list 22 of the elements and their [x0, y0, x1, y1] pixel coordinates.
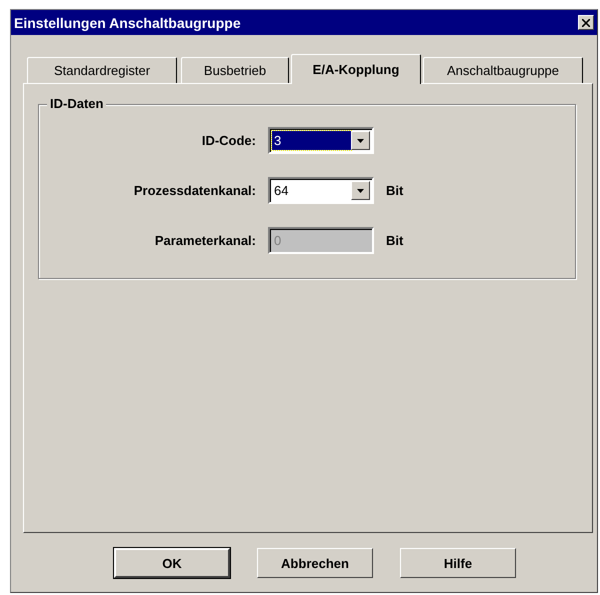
dropdown[interactable]: 3 — [268, 127, 374, 154]
dropdown-arrow-button[interactable] — [351, 131, 370, 150]
tab[interactable]: Busbetrieb — [181, 57, 289, 83]
unit-label: Bit — [386, 233, 404, 248]
field-label: Prozessdatenkanal: — [132, 183, 257, 198]
field-label: Parameterkanal: — [154, 233, 257, 248]
close-button[interactable] — [578, 15, 594, 30]
dialog-button[interactable]: OK — [114, 548, 230, 578]
window-title: Einstellungen Anschaltbaugruppe — [14, 14, 241, 30]
caret-icon — [357, 138, 364, 142]
dialog-button[interactable]: Hilfe — [400, 548, 516, 578]
caret-icon — [357, 188, 364, 192]
tab[interactable]: Anschaltbaugruppe — [423, 57, 583, 83]
tab[interactable]: Standardregister — [27, 57, 177, 83]
dropdown-arrow-button[interactable] — [351, 181, 370, 200]
field-label: ID-Code: — [200, 133, 257, 148]
tab[interactable]: E/A-Kopplung — [291, 54, 421, 84]
close-icon — [582, 18, 590, 26]
group-title: ID-Daten — [47, 96, 106, 111]
dialog-button[interactable]: Abbrechen — [257, 548, 373, 578]
dropdown[interactable]: 64 — [268, 177, 374, 204]
unit-label: Bit — [386, 183, 404, 198]
